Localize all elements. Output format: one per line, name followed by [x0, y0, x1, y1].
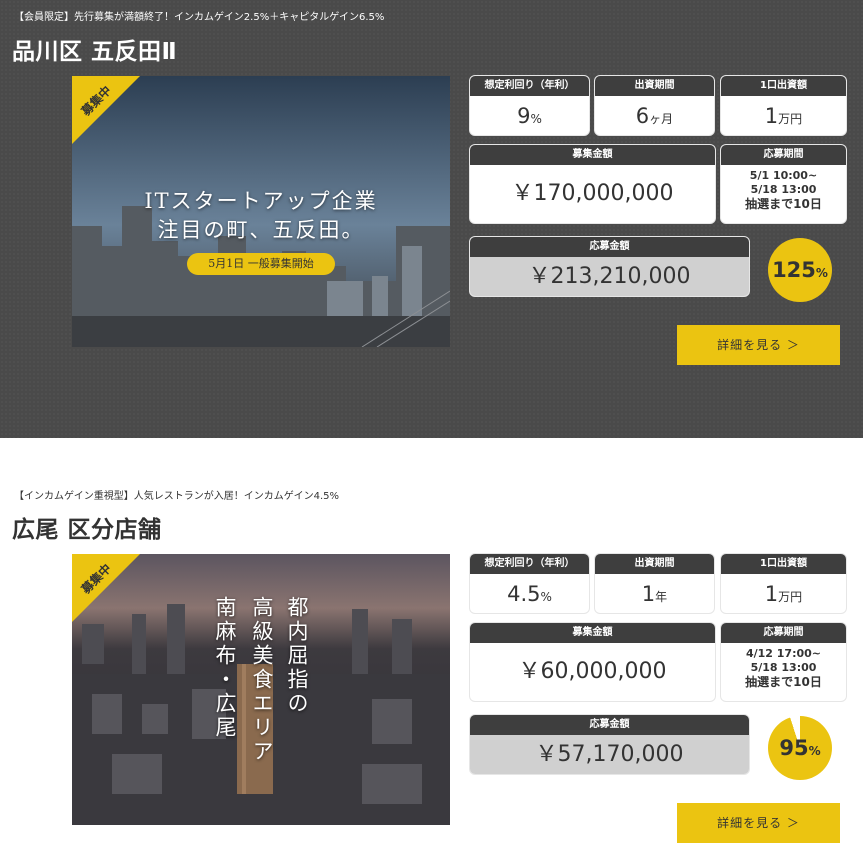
application-period-start: 5/1 10:00~ [749, 169, 818, 182]
unit-price-box: 1口出資額 1万円 [720, 75, 847, 136]
unit-price-unit: 万円 [778, 112, 803, 126]
progress-percent-unit: % [808, 744, 821, 758]
term-box: 出資期間 1年 [594, 553, 715, 614]
progress-circle: 95% [768, 716, 832, 780]
yield-label: 想定利回り（年利） [470, 76, 589, 96]
raise-amount-label: 募集金額 [470, 145, 715, 165]
unit-price-label: 1口出資額 [721, 554, 846, 574]
yield-value: 4.5 [507, 582, 541, 606]
application-period-label: 応募期間 [721, 623, 846, 643]
listing-title[interactable]: 品川区 五反田Ⅱ [12, 32, 177, 66]
applied-amount-value: ￥57,170,000 [535, 742, 684, 767]
term-label: 出資期間 [595, 76, 714, 96]
progress-percent: 125 [772, 258, 816, 282]
raise-amount-box: 募集金額 ￥60,000,000 [469, 622, 716, 702]
listing-card-gotanda: 【会員限定】先行募集が満額終了！インカムゲイン2.5%＋キャピタルゲイン6.5%… [0, 0, 863, 438]
term-box: 出資期間 6ヶ月 [594, 75, 715, 136]
yield-value: 9 [517, 104, 531, 128]
application-period-end: 5/18 13:00 [750, 661, 817, 674]
details-button[interactable]: 詳細を見る ＞ [677, 803, 840, 843]
applied-amount-label: 応募金額 [470, 715, 749, 735]
progress-percent: 95 [779, 736, 809, 760]
property-photo[interactable]: 募集中 都内屈指の 高級美食エリア 南麻布・広尾 [72, 554, 450, 825]
unit-price-value: 1 [764, 582, 779, 606]
raise-amount-box: 募集金額 ￥170,000,000 [469, 144, 716, 224]
applied-amount-box: 応募金額 ￥57,170,000 [469, 714, 750, 775]
unit-price-value: 1 [764, 104, 779, 128]
listing-tagline: 【会員限定】先行募集が満額終了！インカムゲイン2.5%＋キャピタルゲイン6.5% [14, 12, 385, 23]
listing-card-hiroo: 【インカムゲイン重視型】人気レストランが入居！インカムゲイン4.5% 広尾 区分… [0, 438, 863, 851]
applied-amount-label: 応募金額 [470, 237, 749, 257]
progress-circle: 125% [768, 238, 832, 302]
listing-title[interactable]: 広尾 区分店舗 [12, 510, 162, 544]
days-until-lottery: 抽選まで10日 [745, 197, 822, 211]
unit-price-unit: 万円 [778, 590, 803, 604]
yield-label: 想定利回り（年利） [470, 554, 589, 574]
term-value: 6 [635, 104, 650, 128]
yield-unit: % [540, 590, 552, 604]
days-until-lottery: 抽選まで10日 [745, 675, 822, 689]
unit-price-box: 1口出資額 1万円 [720, 553, 847, 614]
photo-vertical-line-2: 高級美食エリア [250, 596, 274, 764]
raise-amount-label: 募集金額 [470, 623, 715, 643]
yield-box: 想定利回り（年利） 9% [469, 75, 590, 136]
listing-tagline: 【インカムゲイン重視型】人気レストランが入居！インカムゲイン4.5% [14, 491, 340, 502]
applied-amount-box: 応募金額 ￥213,210,000 [469, 236, 750, 297]
details-button[interactable]: 詳細を見る ＞ [677, 325, 840, 365]
photo-headline-line-2: 注目の町、五反田。 [157, 218, 365, 242]
progress-percent-unit: % [815, 266, 828, 280]
raise-amount-value: ￥60,000,000 [518, 659, 667, 684]
term-label: 出資期間 [595, 554, 714, 574]
unit-price-label: 1口出資額 [721, 76, 846, 96]
yield-box: 想定利回り（年利） 4.5% [469, 553, 590, 614]
property-photo[interactable]: 募集中 ITスタートアップ企業 注目の町、五反田。 5月1日 一般募集開始 [72, 76, 450, 347]
term-value: 1 [641, 582, 656, 606]
application-period-box: 応募期間 5/1 10:00~ 5/18 13:00 抽選まで10日 [720, 144, 847, 224]
applied-amount-value: ￥213,210,000 [528, 264, 691, 289]
yield-unit: % [530, 112, 542, 126]
term-unit: ヶ月 [649, 112, 674, 126]
application-period-label: 応募期間 [721, 145, 846, 165]
photo-vertical-line-1: 都内屈指の [285, 596, 309, 716]
photo-vertical-line-3: 南麻布・広尾 [213, 596, 237, 740]
photo-start-date-pill: 5月1日 一般募集開始 [187, 253, 335, 275]
raise-amount-value: ￥170,000,000 [511, 181, 674, 206]
term-unit: 年 [655, 590, 668, 604]
photo-headline-line-1: ITスタートアップ企業 [144, 189, 378, 213]
application-period-start: 4/12 17:00~ [745, 647, 822, 660]
application-period-box: 応募期間 4/12 17:00~ 5/18 13:00 抽選まで10日 [720, 622, 847, 702]
application-period-end: 5/18 13:00 [750, 183, 817, 196]
